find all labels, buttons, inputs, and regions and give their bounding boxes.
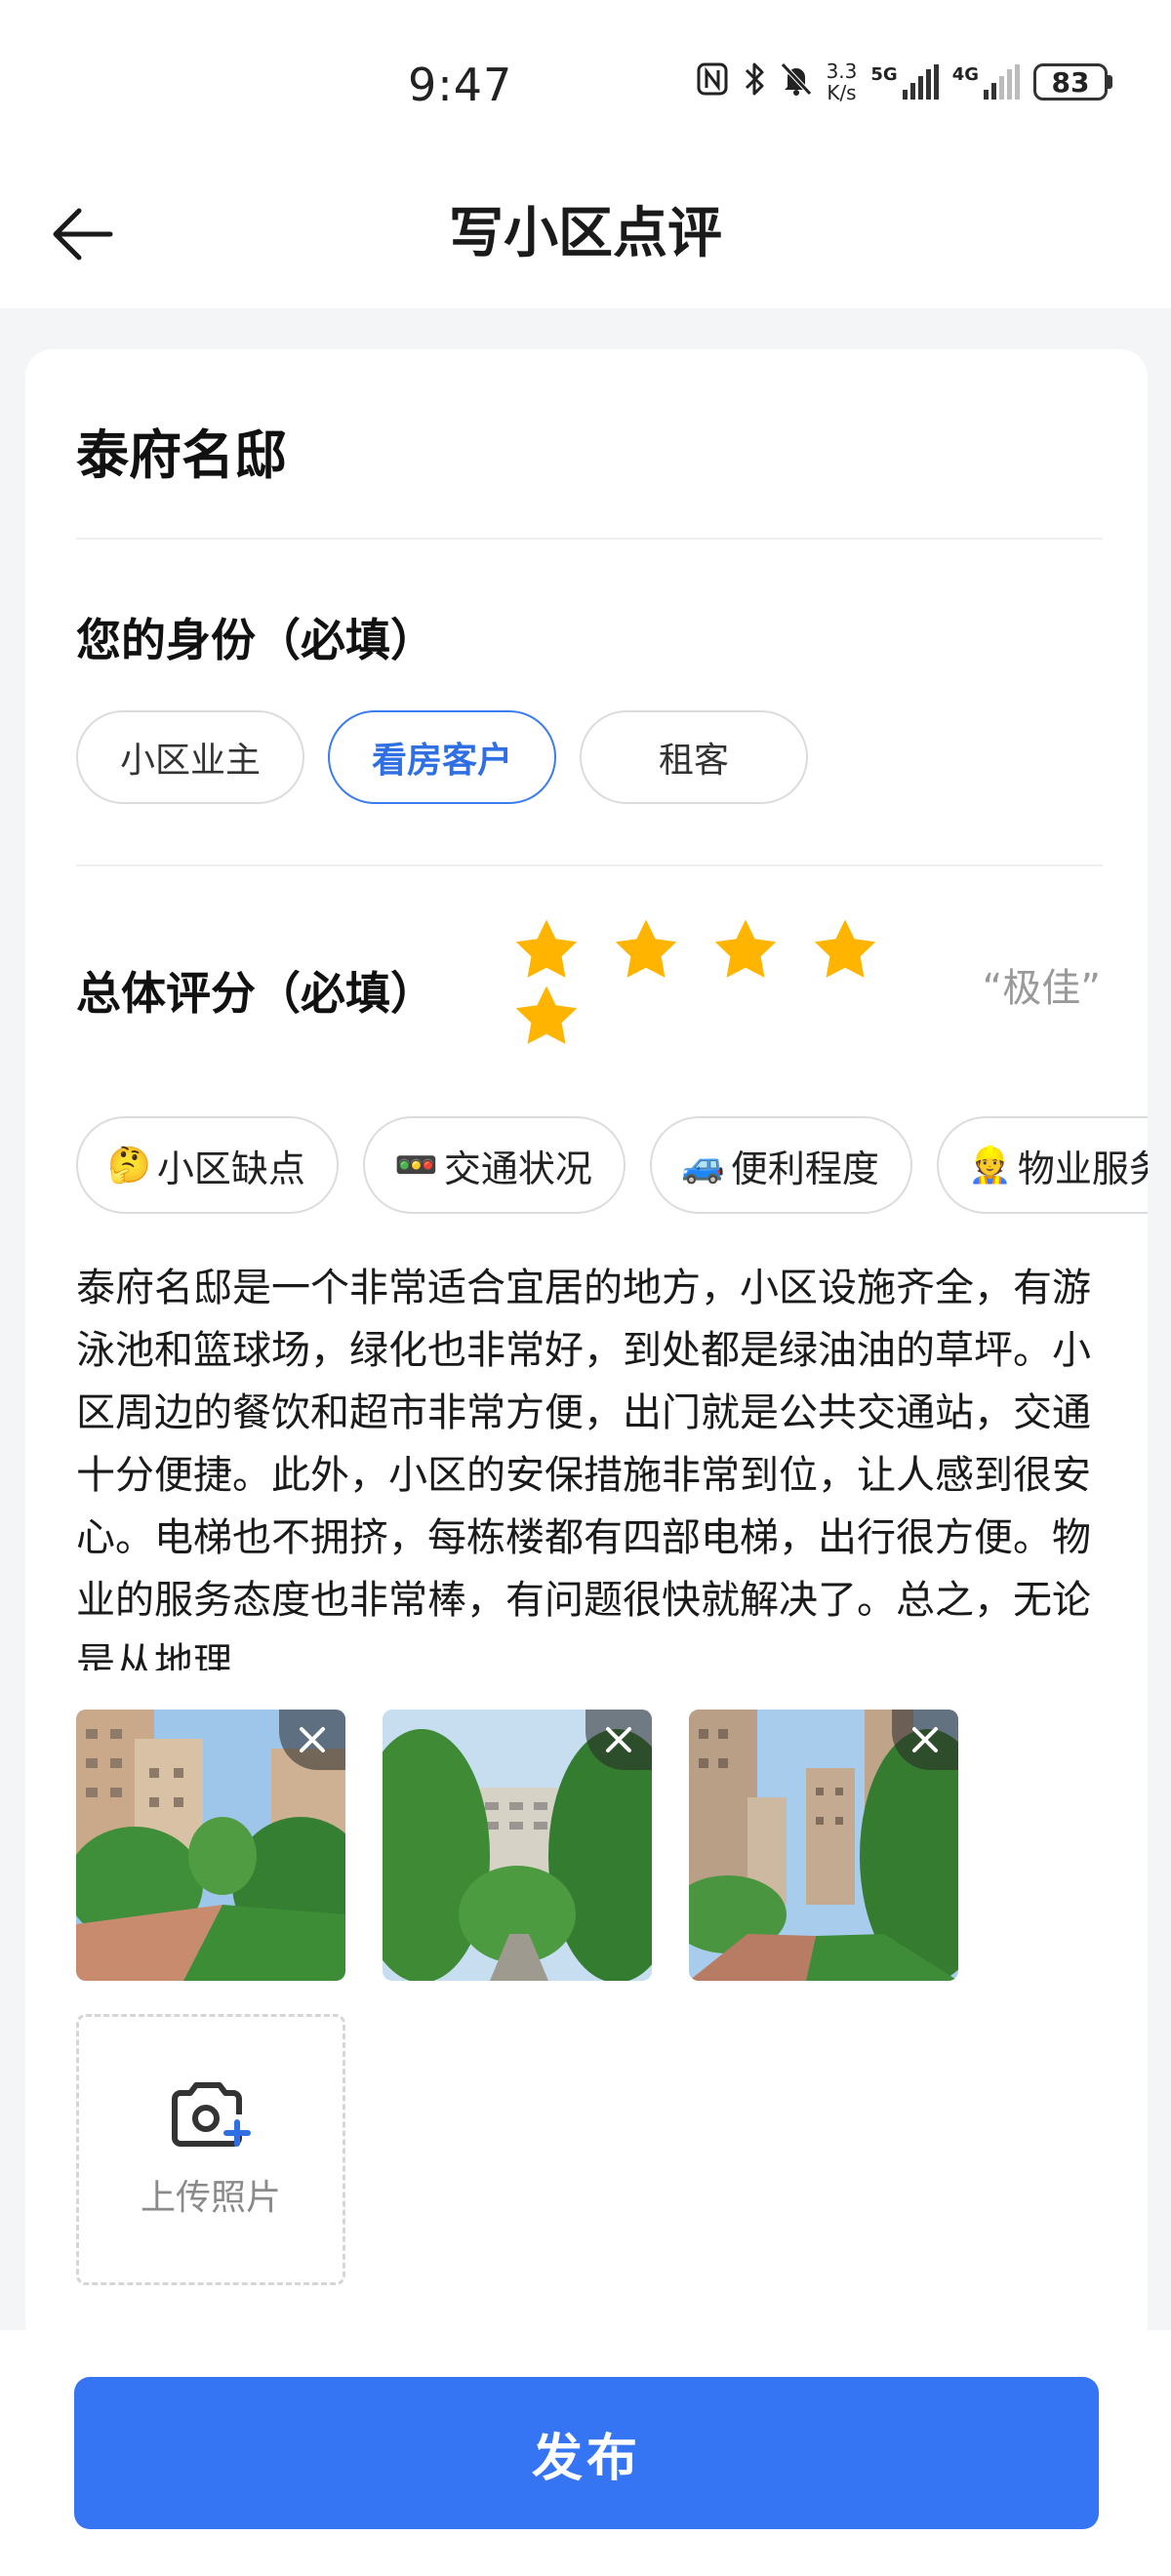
star-icon-1[interactable]	[509, 915, 584, 986]
tag-label: 小区缺点	[156, 1147, 305, 1190]
tag-label: 交通状况	[443, 1147, 592, 1190]
close-icon	[300, 1727, 325, 1752]
tag-property-service[interactable]: 👷 物业服务	[937, 1116, 1148, 1214]
status-time: 9:47	[408, 59, 513, 111]
net-speed: 3.3 K/s	[827, 60, 858, 103]
upload-photo-button[interactable]: 上传照片	[76, 2014, 345, 2285]
battery-icon: 83	[1033, 63, 1112, 101]
signal-5g-icon: 5G	[870, 64, 939, 100]
traffic-light-icon: 🚥	[394, 1146, 438, 1186]
status-bar: 9:47 3.3 K/s 5G 4G 83	[0, 0, 1171, 166]
rating-title: 总体评分（必填）	[76, 967, 435, 1020]
net-speed-value: 3.3	[826, 60, 858, 83]
identity-option-tenant[interactable]: 租客	[580, 710, 808, 804]
close-icon	[912, 1727, 938, 1752]
camera-add-icon	[172, 2082, 251, 2147]
page-title: 写小区点评	[449, 202, 722, 265]
star-icon-4[interactable]	[808, 915, 882, 986]
star-icon-3[interactable]	[708, 915, 783, 986]
tag-drawbacks[interactable]: 🤔 小区缺点	[76, 1116, 339, 1214]
bottom-bar: 发布	[0, 2330, 1171, 2576]
nfc-icon	[696, 61, 729, 102]
rating-label: “极佳”	[982, 966, 1101, 1011]
mute-icon	[780, 60, 813, 103]
topic-tag-row: 🤔 小区缺点 🚥 交通状况 🚙 便利程度 👷 物业服务	[76, 1116, 1148, 1218]
upload-label: 上传照片	[140, 2178, 281, 2218]
review-form-card: 泰府名邸 您的身份（必填） 小区业主 看房客户 租客 总体评分（必填） “极佳”…	[25, 349, 1148, 2350]
worker-icon: 👷	[968, 1146, 1012, 1186]
battery-level: 83	[1033, 63, 1108, 101]
thinking-face-icon: 🤔	[107, 1146, 151, 1186]
status-icons: 3.3 K/s 5G 4G 83	[696, 60, 1112, 103]
tag-label: 便利程度	[730, 1147, 879, 1190]
tag-traffic[interactable]: 🚥 交通状况	[363, 1116, 626, 1214]
divider	[76, 865, 1103, 866]
star-icon-5[interactable]	[509, 982, 584, 1052]
photo-thumbnail-1[interactable]	[76, 1710, 345, 1981]
divider	[76, 538, 1103, 540]
tag-convenience[interactable]: 🚙 便利程度	[650, 1116, 912, 1214]
community-name: 泰府名邸	[76, 424, 287, 486]
tag-label: 物业服务	[1017, 1147, 1148, 1190]
publish-button[interactable]: 发布	[74, 2377, 1099, 2529]
signal-4g-icon: 4G	[952, 64, 1020, 100]
car-icon: 🚙	[681, 1146, 725, 1186]
identity-option-owner[interactable]: 小区业主	[76, 710, 304, 804]
signal-4g-label: 4G	[951, 64, 979, 85]
photo-thumbnail-2[interactable]	[383, 1710, 652, 1981]
bluetooth-icon	[743, 60, 766, 103]
close-icon	[606, 1727, 631, 1752]
signal-5g-label: 5G	[870, 64, 898, 85]
identity-option-visitor[interactable]: 看房客户	[328, 710, 556, 804]
identity-title: 您的身份（必填）	[76, 614, 435, 666]
photo-thumbnail-3[interactable]	[689, 1710, 958, 1981]
review-textarea[interactable]: 泰府名邸是一个非常适合宜居的地方，小区设施齐全，有游泳池和篮球场，绿化也非常好，…	[76, 1257, 1110, 1670]
star-icon-2[interactable]	[609, 915, 683, 986]
net-speed-unit: K/s	[827, 81, 857, 104]
header: 写小区点评	[0, 166, 1171, 308]
